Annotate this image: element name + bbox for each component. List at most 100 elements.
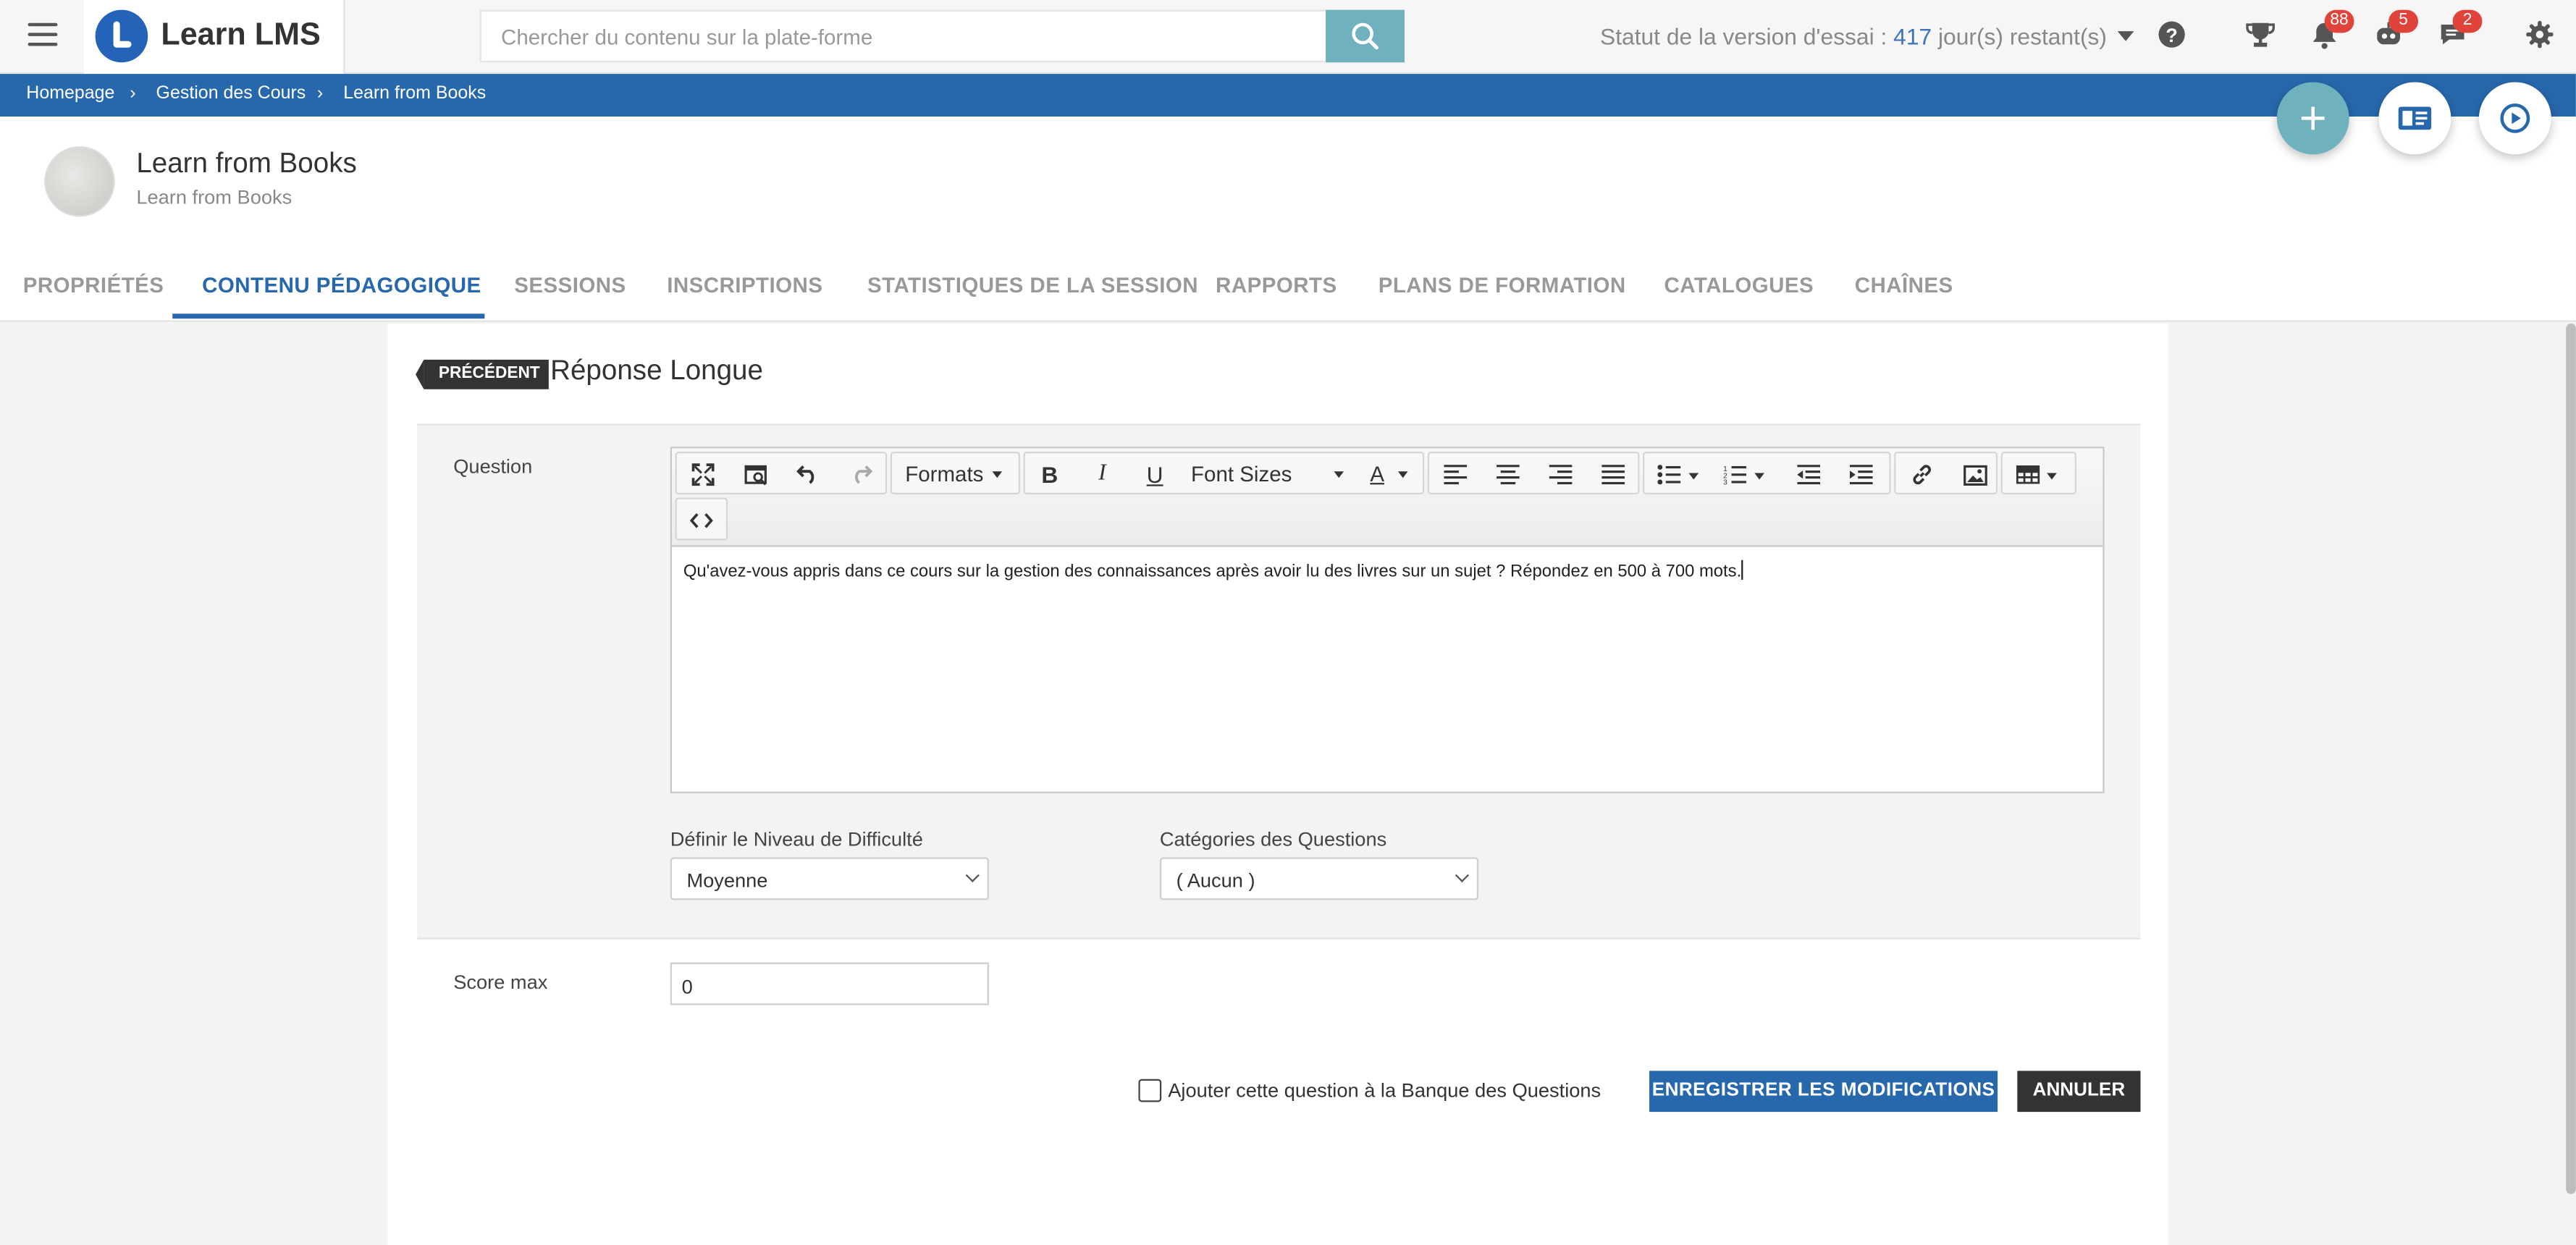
add-button[interactable] — [2276, 82, 2349, 155]
tab-sessions[interactable]: SESSIONS — [514, 273, 626, 297]
align-left-icon[interactable] — [1434, 458, 1477, 491]
play-button[interactable] — [2478, 82, 2551, 155]
chevron-down-icon — [1455, 868, 1470, 883]
tab-learning-content[interactable]: CONTENU PÉDAGOGIQUE — [202, 273, 481, 297]
italic-icon[interactable]: I — [1081, 458, 1124, 491]
search-button[interactable] — [1326, 9, 1405, 63]
page: Learn LMS Chercher du contenu sur la pla… — [0, 0, 2576, 1245]
plus-icon — [2301, 106, 2325, 130]
code-icon — [680, 505, 723, 537]
difficulty-value: Moyenne — [686, 869, 768, 892]
source-code-button[interactable] — [675, 497, 728, 541]
notifications-bell-icon[interactable]: 88 — [2310, 9, 2354, 52]
font-sizes-label: Font Sizes — [1191, 461, 1292, 486]
help-icon[interactable]: ? — [2157, 20, 2189, 52]
rich-text-editor[interactable]: Formats B I U Font Sizes A 123 Qu'avez-v… — [670, 447, 2105, 793]
tab-channels[interactable]: CHAÎNES — [1855, 273, 1953, 297]
outdent-icon[interactable] — [1788, 458, 1830, 491]
tab-training-plans[interactable]: PLANS DE FORMATION — [1379, 273, 1626, 297]
svg-text:?: ? — [2165, 24, 2178, 46]
add-to-bank-label[interactable]: Ajouter cette question à la Banque des Q… — [1168, 1079, 1601, 1102]
toolbar-group-align — [1427, 451, 1640, 494]
toolbar-group-view — [675, 451, 888, 494]
editor-content[interactable]: Qu'avez-vous appris dans ce cours sur la… — [683, 560, 1743, 581]
toolbar-group-insert — [1894, 451, 1998, 494]
course-title: Learn from Books — [136, 148, 357, 180]
fullscreen-icon[interactable] — [682, 458, 725, 491]
hamburger-menu-icon[interactable] — [28, 22, 58, 49]
numbered-list-icon[interactable]: 123 — [1715, 458, 1775, 491]
caret-down-icon — [1334, 471, 1344, 478]
chevron-down-icon — [965, 868, 980, 883]
formats-dropdown[interactable]: Formats — [890, 451, 1021, 494]
app-logo[interactable]: Learn LMS — [83, 0, 345, 75]
contact-card-button[interactable] — [2378, 82, 2451, 155]
image-icon[interactable] — [1953, 458, 1996, 491]
settings-gear-icon[interactable] — [2525, 20, 2557, 52]
score-label: Score max — [453, 970, 548, 994]
cancel-button[interactable]: ANNULER — [2017, 1071, 2141, 1113]
caret-down-icon — [1397, 471, 1407, 478]
underline-icon[interactable]: U — [1134, 458, 1177, 491]
categories-select[interactable]: ( Aucun ) — [1159, 857, 1479, 900]
difficulty-label: Définir le Niveau de Difficulté — [670, 827, 923, 851]
score-input[interactable]: 0 — [670, 962, 989, 1005]
categories-value: ( Aucun ) — [1176, 869, 1255, 892]
caret-down-icon — [991, 471, 1002, 478]
text-color-icon: A — [1370, 461, 1385, 486]
table-icon — [2008, 458, 2070, 491]
messages-badge: 2 — [2452, 9, 2483, 33]
tab-catalogs[interactable]: CATALOGUES — [1664, 273, 1814, 297]
indent-icon[interactable] — [1840, 458, 1882, 491]
search-input[interactable]: Chercher du contenu sur la plate-forme — [479, 9, 1328, 63]
tab-properties[interactable]: PROPRIÉTÉS — [23, 273, 164, 297]
course-header: Learn from Books Learn from Books PROPRI… — [0, 117, 2576, 322]
tab-reports[interactable]: RAPPORTS — [1216, 273, 1337, 297]
svg-text:3: 3 — [1723, 478, 1727, 484]
trial-status[interactable]: Statut de la version d'essai : 417 jour(… — [1600, 22, 2134, 50]
caret-down-icon — [2116, 31, 2134, 41]
undo-icon[interactable] — [787, 458, 830, 491]
bullet-list-icon[interactable] — [1649, 458, 1709, 491]
link-icon[interactable] — [1901, 458, 1943, 491]
text-cursor — [1741, 560, 1743, 580]
page-title: Réponse Longue — [550, 355, 763, 387]
align-center-icon[interactable] — [1486, 458, 1529, 491]
tab-session-statistics[interactable]: STATISTIQUES DE LA SESSION — [867, 273, 1198, 297]
trophy-icon[interactable] — [2246, 20, 2278, 52]
toolbar-group-lists: 123 — [1643, 451, 1891, 494]
page-scrollbar[interactable] — [2566, 323, 2576, 1194]
preview-icon[interactable] — [734, 458, 777, 491]
course-subtitle: Learn from Books — [136, 185, 292, 209]
play-circle-icon — [2500, 103, 2530, 133]
notifications-badge: 88 — [2324, 9, 2354, 33]
logo-icon — [95, 9, 148, 63]
formats-label: Formats — [905, 461, 984, 486]
question-text: Qu'avez-vous appris dans ce cours sur la… — [683, 561, 1742, 582]
search-placeholder: Chercher du contenu sur la plate-forme — [501, 25, 873, 50]
robot-icon[interactable]: 5 — [2374, 9, 2418, 52]
toolbar-group-text: B I U Font Sizes A — [1023, 451, 1425, 494]
top-bar: Learn LMS Chercher du contenu sur la pla… — [0, 0, 2576, 75]
difficulty-select[interactable]: Moyenne — [670, 857, 989, 900]
table-dropdown[interactable] — [2000, 451, 2077, 494]
breadcrumb-current-course[interactable]: Learn from Books — [343, 84, 486, 104]
breadcrumb-homepage[interactable]: Homepage — [26, 84, 114, 104]
id-card-icon — [2398, 106, 2432, 130]
chat-icon[interactable]: 2 — [2438, 9, 2483, 52]
save-button[interactable]: ENREGISTRER LES MODIFICATIONS — [1649, 1071, 1998, 1113]
breadcrumb-course-management[interactable]: Gestion des Cours — [156, 84, 306, 104]
previous-button[interactable]: PRÉCÉDENT — [416, 359, 549, 389]
font-sizes-dropdown[interactable]: Font Sizes — [1191, 462, 1344, 486]
add-to-bank-checkbox[interactable] — [1138, 1079, 1162, 1102]
text-color-button[interactable]: A — [1370, 462, 1407, 486]
active-tab-indicator — [172, 313, 485, 319]
breadcrumb: Homepage › Gestion des Cours › Learn fro… — [0, 74, 2576, 117]
bold-icon[interactable]: B — [1028, 458, 1071, 491]
align-right-icon[interactable] — [1539, 458, 1582, 491]
redo-icon[interactable] — [839, 458, 882, 491]
align-justify-icon[interactable] — [1592, 458, 1635, 491]
score-value: 0 — [681, 975, 693, 999]
trial-suffix: jour(s) restant(s) — [1937, 22, 2107, 50]
tab-enrollments[interactable]: INSCRIPTIONS — [667, 273, 822, 297]
